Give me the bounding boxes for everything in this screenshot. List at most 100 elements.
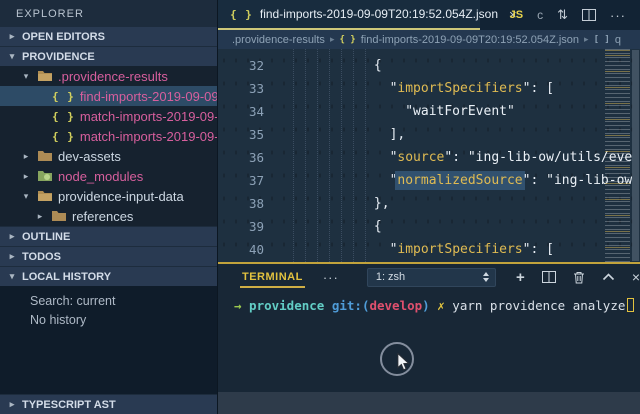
code-line[interactable]: 39 { [218,215,640,238]
sync-icon[interactable]: ⇅ [557,7,568,23]
editor-actions: JS c ⇅ ··· [488,0,640,30]
terminal-select[interactable]: 1: zsh [367,268,496,287]
breadcrumb-symbol[interactable]: q [615,34,621,46]
terminal-cursor [627,298,634,312]
line-number: 37 [218,169,280,192]
tree-item-references[interactable]: ▸ references [0,206,217,226]
split-editor-icon[interactable] [582,9,596,21]
scrollbar-thumb[interactable] [632,50,639,261]
json-file-icon: { } [339,35,355,45]
line-number: 36 [218,146,280,169]
js-icon[interactable]: JS [510,9,523,21]
chevron-down-icon: ▾ [20,71,32,82]
bottom-strip [218,392,640,414]
chevron-right-icon: ▸ [20,151,32,162]
split-terminal-icon[interactable] [542,271,556,283]
close-panel-icon[interactable]: × [632,270,640,284]
git-dirty-marker: ✗ [430,298,445,313]
terminal-actions: + × [516,270,640,285]
sidebar-title: EXPLORER [0,0,217,26]
code-line[interactable]: 38 }, [218,192,640,215]
chevron-right-icon: ▸ [330,34,335,45]
terminal-prompt-line: → providence git:(develop) ✗ yarn provid… [218,290,640,313]
sidebar-spacer [0,332,217,394]
editor-group: { } find-imports-2019-09-09T20:19:52.054… [218,0,640,414]
new-terminal-icon[interactable]: + [516,270,525,285]
code-editor[interactable]: 32 { 33 "importSpecifiers": [ 34 "waitFo… [218,49,640,262]
prompt-dir: providence [242,298,332,313]
line-number: 32 [218,54,280,77]
tab-terminal[interactable]: TERMINAL [240,267,305,288]
section-outline[interactable]: ▸ OUTLINE [0,226,217,246]
local-history-search[interactable]: Search: current [0,292,217,311]
more-actions-icon[interactable]: ··· [610,8,626,23]
breadcrumb-folder[interactable]: .providence-results [232,34,325,46]
line-number: 40 [218,238,280,261]
chevron-right-icon: ▸ [34,211,46,222]
editor-scrollbar[interactable] [631,50,640,261]
tab-find-imports-json[interactable]: { } find-imports-2019-09-09T20:19:52.054… [218,0,480,30]
tree-item-dev-assets[interactable]: ▸ dev-assets [0,146,217,166]
tree-item-match-imports-2[interactable]: { } match-imports-2019-09-09T... [0,126,217,146]
terminal[interactable]: → providence git:(develop) ✗ yarn provid… [218,290,640,392]
folder-icon [51,210,67,222]
json-file-icon: { } [52,90,75,103]
folder-open-icon [37,190,53,202]
breadcrumb-file[interactable]: find-imports-2019-09-09T20:19:52.054Z.js… [361,34,579,46]
code-line[interactable]: 34 "waitForEvent" [218,100,640,123]
json-file-icon: { } [52,110,75,123]
tree-item-providence-results[interactable]: ▾ .providence-results [0,66,217,86]
kill-terminal-trash-icon[interactable] [573,271,585,284]
local-history-content: Search: current No history [0,286,217,332]
folder-npm-icon [37,170,53,182]
chevron-right-icon: ▸ [6,251,18,262]
json-file-icon: { } [230,8,253,21]
chevron-right-icon: ▸ [6,231,18,242]
section-open-editors[interactable]: ▸ OPEN EDITORS [0,26,217,46]
tree-item-node-modules[interactable]: ▸ node_modules [0,166,217,186]
code-line[interactable]: 35 ], [218,123,640,146]
chevron-right-icon: ▸ [20,171,32,182]
line-number: 35 [218,123,280,146]
terminal-header: TERMINAL ··· 1: zsh + × [218,264,640,290]
section-todos[interactable]: ▸ TODOS [0,246,217,266]
chevron-down-icon: ▾ [20,191,32,202]
git-branch: develop [369,298,422,313]
section-providence[interactable]: ▾ PROVIDENCE [0,46,217,66]
tree-item-find-imports[interactable]: { } find-imports-2019-09-09T20... [0,86,217,106]
chevron-right-icon: ▸ [6,399,18,410]
highlighted-word: normalizedSource [397,173,522,188]
vscode-window: EXPLORER ▸ OPEN EDITORS ▾ PROVIDENCE ▾ .… [0,0,640,414]
c-icon[interactable]: c [537,8,543,22]
maximize-panel-chevron-icon[interactable] [602,273,615,281]
explorer-sidebar: EXPLORER ▸ OPEN EDITORS ▾ PROVIDENCE ▾ .… [0,0,218,414]
file-tree: ▾ .providence-results { } find-imports-2… [0,66,217,226]
json-file-icon: { } [52,130,75,143]
code-line[interactable]: 33 "importSpecifiers": [ [218,77,640,100]
chevron-right-icon: ▸ [584,34,589,45]
chevron-right-icon: ▸ [6,31,18,42]
breadcrumb: .providence-results ▸ { } find-imports-2… [218,30,640,49]
section-local-history[interactable]: ▾ LOCAL HISTORY [0,266,217,286]
terminal-select-value: 1: zsh [376,271,405,283]
code-line[interactable]: 37 "normalizedSource": "ing-lib-ow [218,169,640,192]
more-icon[interactable]: ··· [323,270,339,285]
folder-open-icon [37,70,53,82]
tree-item-match-imports-1[interactable]: { } match-imports-2019-09-09T... [0,106,217,126]
select-arrows-icon [483,272,489,282]
folder-icon [37,150,53,162]
terminal-command: yarn providence analyze [445,298,626,313]
chevron-down-icon: ▾ [6,271,18,282]
code-line[interactable]: 32 { [218,54,640,77]
array-symbol-icon: [ ] [594,35,610,45]
local-history-empty: No history [0,311,217,330]
chevron-down-icon: ▾ [6,51,18,62]
line-number: 34 [218,100,280,123]
code-line[interactable]: 36 "source": "ing-lib-ow/utils/eve [218,146,640,169]
code-line[interactable]: 40 "importSpecifiers": [ [218,238,640,261]
line-number: 39 [218,215,280,238]
section-typescript-ast[interactable]: ▸ TYPESCRIPT AST [0,394,217,414]
minimap[interactable] [605,49,630,262]
prompt-arrow: → [234,298,242,313]
tree-item-providence-input-data[interactable]: ▾ providence-input-data [0,186,217,206]
